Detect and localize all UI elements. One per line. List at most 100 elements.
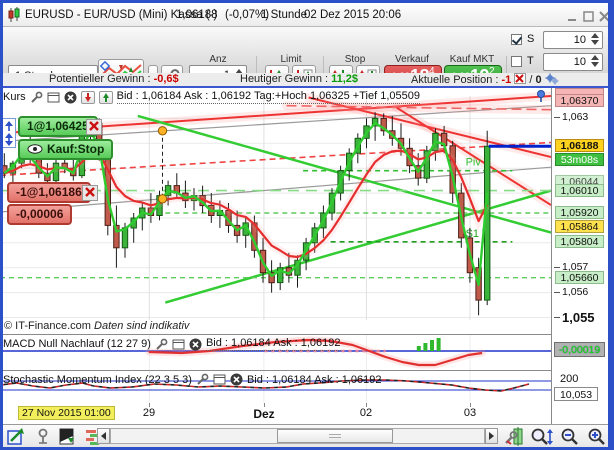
red-x-icon [89, 121, 99, 131]
anchor-tool-icon[interactable] [34, 427, 54, 446]
zoom-in-icon[interactable] [587, 427, 607, 446]
target-checkbox-label: T [527, 55, 534, 67]
window-price: 1,06188 [176, 9, 218, 21]
triangle-left-icon [101, 432, 106, 440]
buy-stop-order-type[interactable]: Kauf:Stop [18, 139, 113, 160]
drawing-handle[interactable] [158, 195, 166, 203]
check-icon [512, 34, 522, 45]
sell-arrow-button[interactable] [81, 91, 95, 104]
wrench-icon[interactable] [196, 373, 209, 386]
target-spin-buttons[interactable] [589, 54, 600, 69]
close-panel-icon[interactable] [189, 338, 202, 351]
arrow-up-icon [591, 55, 599, 60]
chart-report-icon[interactable] [58, 427, 78, 446]
bottom-toolbar [0, 424, 614, 448]
price-scale[interactable]: -0,00019 200 10,053 1,063701,0631,061885… [552, 88, 608, 424]
window-timeframe: 1 Stunde [261, 9, 307, 21]
green-up-arrow-icon [100, 92, 112, 103]
minimize-button[interactable] [566, 11, 579, 22]
position-slash: / [529, 74, 532, 86]
stop-spin-buttons[interactable] [589, 32, 600, 47]
window-border-right [608, 0, 614, 450]
window-border-top [0, 0, 614, 3]
drawing-tools-icon[interactable] [7, 427, 27, 446]
scroll-left-button[interactable] [97, 428, 110, 444]
potential-gain-label: Potentieller Gewinn : [49, 73, 151, 85]
buy-arrow-button[interactable] [99, 91, 113, 104]
open-position-label[interactable]: -1@1,06186 [7, 182, 91, 203]
time-tick-label: 29 [143, 407, 155, 419]
kurs-label: Kurs [3, 91, 26, 103]
time-tick-label: 02 [360, 407, 372, 419]
status-row: Potentieller Gewinn : -0,6$ Heutiger Gew… [3, 73, 608, 86]
chart-settings-icon[interactable] [504, 427, 524, 446]
quantity-group-label: Anz [201, 54, 235, 65]
panel-separator[interactable] [0, 370, 551, 371]
stop-distance-stepper[interactable]: 10 [543, 31, 603, 49]
detach-window-icon[interactable] [172, 338, 185, 351]
trading-window: EURUSD - EUR/USD (Mini) Kassa (-) 1,0618… [0, 0, 614, 450]
close-position-button[interactable] [82, 185, 98, 201]
price-axis-label: 1,063 [562, 111, 608, 124]
panel-separator[interactable] [0, 334, 551, 335]
close-panel-icon[interactable] [64, 91, 77, 104]
drawing-handle[interactable] [158, 127, 166, 135]
scrollbar-thumb[interactable] [277, 429, 393, 443]
price-axis-label: 1,05660 [555, 271, 604, 284]
potential-gain: Potentieller Gewinn : -0,6$ [49, 73, 179, 85]
maximize-button[interactable] [582, 11, 595, 22]
title-bar[interactable]: EURUSD - EUR/USD (Mini) Kassa (-) 1,0618… [3, 3, 608, 27]
copyright-disclaimer: Daten sind indikativ [94, 320, 189, 332]
stop-group-label: Stop [329, 54, 381, 65]
target-checkbox[interactable] [511, 56, 522, 67]
potential-gain-value: -0,6$ [154, 73, 179, 85]
scale-drag-widget[interactable] [2, 118, 16, 148]
stochastic-panel-header: Stochastic Momentum Index (22 3 5 3) Bid… [3, 373, 381, 386]
target-distance-stepper[interactable]: 10 [543, 53, 603, 71]
close-position-icon[interactable] [514, 73, 526, 84]
window-datetime: 02 Dez 2015 20:06 [304, 9, 401, 21]
up-down-arrows-icon [3, 119, 15, 147]
gears-icon[interactable] [545, 73, 559, 85]
stop-checkbox-label: S [527, 33, 534, 45]
macd-bid-ask: Bid : 1,06184 Ask : 1,06192 [206, 337, 341, 351]
cancel-order-button[interactable] [86, 119, 102, 135]
current-position: Aktuelle Position : -1 / 0 [411, 73, 559, 86]
time-tick-label: 03 [464, 407, 476, 419]
zoom-vertical-icon[interactable] [530, 427, 554, 446]
red-x-icon [85, 187, 95, 197]
close-panel-icon[interactable] [230, 373, 243, 386]
position-pnl-text: -0,00006 [16, 207, 63, 221]
wrench-icon[interactable] [30, 91, 43, 104]
arrow-down-icon [591, 40, 599, 45]
price-axis-label: 1,05920 [555, 206, 604, 219]
today-gain-label: Heutiger Gewinn : [240, 73, 328, 85]
position-label: Aktuelle Position : [411, 74, 498, 86]
scroll-right-button[interactable] [485, 428, 498, 444]
wrench-icon[interactable] [155, 338, 168, 351]
pin-icon[interactable] [534, 89, 548, 103]
horizontal-scrollbar[interactable] [110, 428, 485, 444]
today-gain-value: 11,2$ [331, 73, 358, 85]
zoom-out-icon[interactable] [560, 427, 580, 446]
position-flat-value: 0 [536, 74, 542, 86]
arrow-down-icon [591, 62, 599, 67]
copyright-note: © IT-Finance.com Daten sind indikativ [4, 320, 189, 332]
time-tick-label: Dez [253, 407, 274, 421]
time-axis[interactable]: 27 Nov 2015 01:00 29 Dez 02 03 [0, 403, 551, 424]
triangle-right-icon [489, 432, 494, 440]
stop-checkbox[interactable] [511, 34, 522, 45]
current-price-label: 1,06188 [555, 139, 604, 152]
window-border-left [0, 0, 3, 450]
detach-window-icon[interactable] [213, 373, 226, 386]
eye-icon [27, 144, 43, 154]
stochastic-bid-ask: Bid : 1,06184 Ask : 1,06192 [247, 374, 382, 386]
red-down-arrow-icon [82, 92, 94, 103]
price-axis-label: 1,05804 [555, 235, 604, 248]
price-panel-header: Kurs Bid : 1,06184 Ask : 1,06192 Tag:+Ho… [3, 90, 420, 104]
target-distance-value: 10 [574, 56, 586, 68]
buy-market-label: Kauf MKT [444, 54, 500, 65]
detach-window-icon[interactable] [47, 91, 60, 104]
time-axis-start-label: 27 Nov 2015 01:00 [18, 406, 115, 420]
buy-stop-order-price-text: 1@1,06425 [27, 119, 89, 133]
